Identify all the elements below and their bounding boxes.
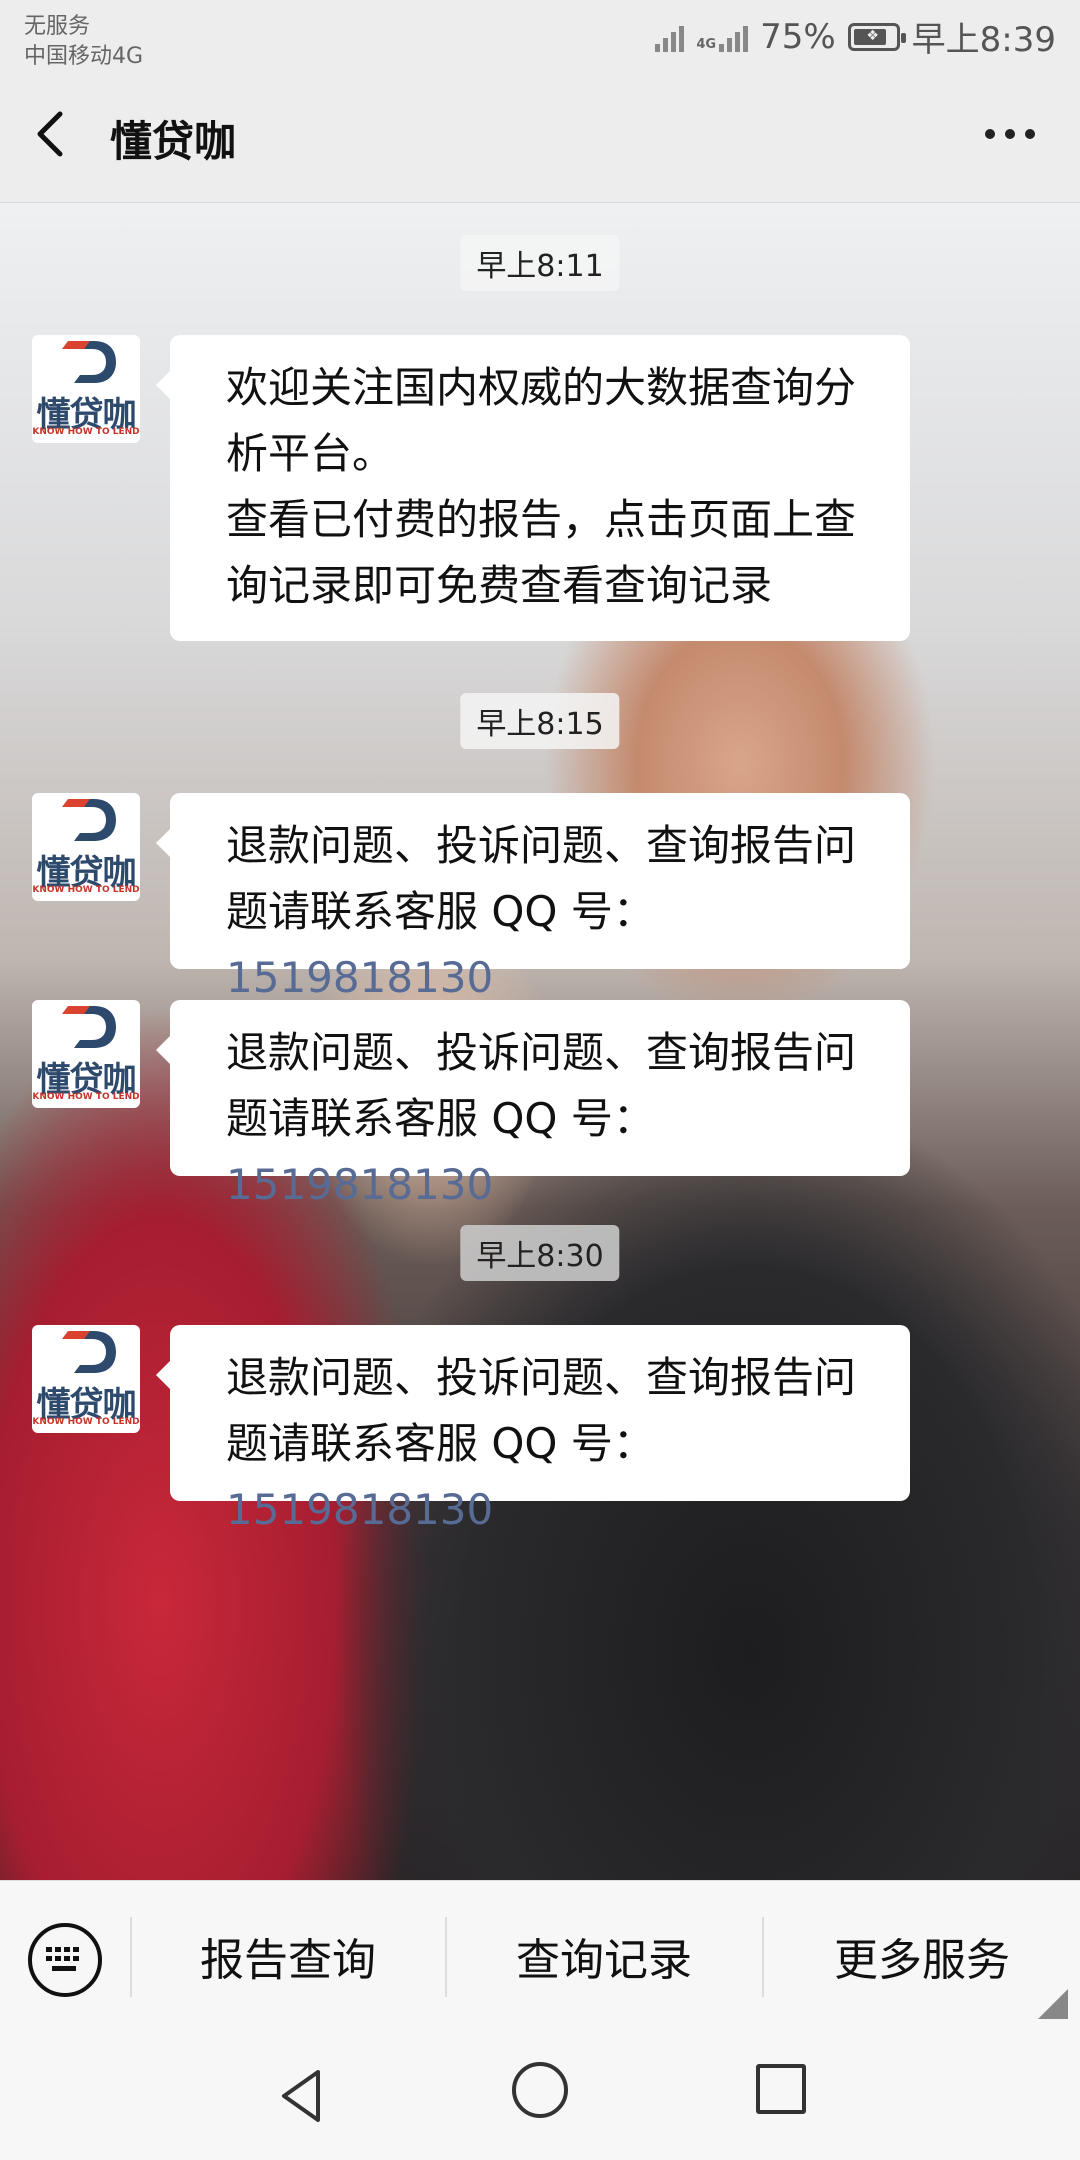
menu-more-services[interactable]: 更多服务 [764,1881,1080,2031]
message-text: 题请联系客服 QQ 号： [226,1094,655,1143]
message-line: 题请联系客服 QQ 号： 1519818130 [226,1086,886,1218]
avatar-slogan: KNOW HOW TO LEND [32,885,140,895]
signal-icon-1 [655,22,685,52]
chat-header: 懂贷咖 [0,66,1080,203]
chat-area[interactable]: 早上8:11 懂贷咖 KNOW HOW TO LEND 欢迎关注国内权威的大数据… [0,203,1080,1880]
message-line: 询记录即可免费查看查询记录 [226,561,773,610]
keyboard-icon [46,1947,79,1971]
back-button[interactable] [30,106,80,162]
more-dot-icon [985,129,995,139]
message-bubble[interactable]: 退款问题、投诉问题、查询报告问 题请联系客服 QQ 号： 1519818130 [156,1000,910,1209]
message-line: 题请联系客服 QQ 号： 1519818130 [226,1411,886,1543]
message-line: 析平台。 [226,429,395,478]
avatar[interactable]: 懂贷咖 KNOW HOW TO LEND [32,793,140,901]
nav-back-icon[interactable] [270,2064,334,2128]
message-bubble[interactable]: 退款问题、投诉问题、查询报告问 题请联系客服 QQ 号： 1519818130 [156,793,910,1002]
avatar[interactable]: 懂贷咖 KNOW HOW TO LEND [32,1000,140,1108]
message-line: 退款问题、投诉问题、查询报告问 [226,821,857,870]
qq-number-link[interactable]: 1519818130 [226,953,493,1002]
battery-icon: ❖ [847,22,906,51]
message-line: 退款问题、投诉问题、查询报告问 [226,1353,857,1402]
menu-query-records[interactable]: 查询记录 [447,1881,761,2031]
timestamp: 早上8:30 [460,1225,620,1281]
menu-report-query[interactable]: 报告查询 [132,1881,444,2031]
qq-number-link[interactable]: 1519818130 [226,1160,493,1209]
logo-d-icon [62,1331,116,1373]
clock: 早上8:39 [911,20,1056,60]
signal-icon-2: 4G [696,22,749,52]
corner-indicator-icon [1038,1989,1068,2019]
page-title: 懂贷咖 [110,117,237,166]
message-text: 题请联系客服 QQ 号： [226,1419,655,1468]
logo-d-icon [62,799,116,841]
message-bubble[interactable]: 退款问题、投诉问题、查询报告问 题请联系客服 QQ 号： 1519818130 [156,1325,910,1534]
more-dot-icon [1005,129,1015,139]
qq-number-link[interactable]: 1519818130 [226,1485,493,1534]
nav-home-icon[interactable] [512,2062,568,2118]
message-text: 题请联系客服 QQ 号： [226,887,655,936]
service-menu: 报告查询 查询记录 更多服务 [0,1880,1080,2031]
avatar[interactable]: 懂贷咖 KNOW HOW TO LEND [32,335,140,443]
status-indicators: 4G 75% ❖ 早上8:39 [655,12,1056,61]
chevron-left-icon [37,111,63,157]
message-line: 题请联系客服 QQ 号： 1519818130 [226,879,886,1011]
nav-recents-icon[interactable] [756,2064,806,2114]
logo-d-icon [62,341,116,383]
message-bubble[interactable]: 欢迎关注国内权威的大数据查询分 析平台。 查看已付费的报告，点击页面上查 询记录… [156,335,910,641]
more-dot-icon [1025,129,1035,139]
avatar[interactable]: 懂贷咖 KNOW HOW TO LEND [32,1325,140,1433]
message-line: 退款问题、投诉问题、查询报告问 [226,1028,857,1077]
timestamp: 早上8:15 [460,693,620,749]
avatar-slogan: KNOW HOW TO LEND [32,1092,140,1102]
avatar-slogan: KNOW HOW TO LEND [32,1417,140,1427]
network-type: 4G [696,36,717,52]
keyboard-toggle-button[interactable] [28,1923,102,1997]
message-line: 查看已付费的报告，点击页面上查 [226,495,857,544]
more-options-button[interactable] [980,124,1040,144]
logo-d-icon [62,1006,116,1048]
system-nav-bar [0,2030,1080,2160]
status-bar: 无服务 中国移动4G 4G 75% ❖ 早上8:39 [0,0,1080,69]
message-line: 欢迎关注国内权威的大数据查询分 [226,363,857,412]
avatar-slogan: KNOW HOW TO LEND [32,427,140,437]
timestamp: 早上8:11 [460,235,620,291]
battery-percent: 75% [760,16,836,57]
carrier-status: 无服务 [24,14,91,39]
